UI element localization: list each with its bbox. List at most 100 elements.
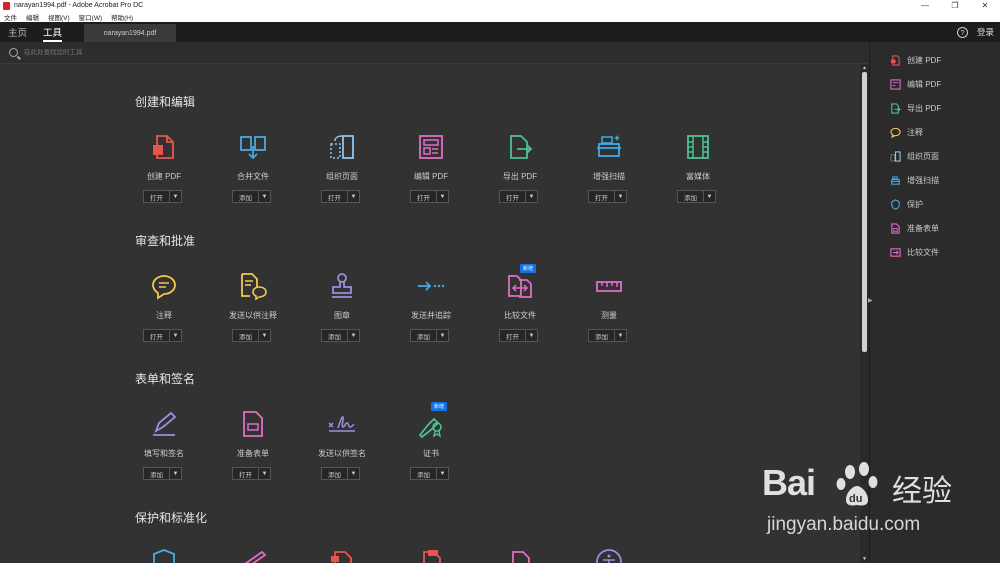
scroll-thumb[interactable] <box>862 72 867 352</box>
watermark-brand: Bai <box>762 462 816 503</box>
tool-name: 创建 PDF <box>146 172 182 181</box>
menu-window[interactable]: 窗口(W) <box>79 12 102 22</box>
edit-pdf-icon <box>890 78 901 90</box>
tool-fill-sign[interactable]: 填写和签名 添加 ▼ <box>135 409 224 480</box>
tool-action-button[interactable]: 添加 ▼ <box>232 190 271 203</box>
pdf-standards-icon[interactable] <box>327 548 357 563</box>
tool-create-pdf[interactable]: 创建 PDF 打开 ▼ <box>135 132 224 203</box>
chevron-down-icon[interactable]: ▼ <box>259 330 270 341</box>
chevron-down-icon[interactable]: ▼ <box>437 191 448 202</box>
organize-pages-icon <box>330 135 354 159</box>
optimize-pdf-icon[interactable] <box>416 548 446 563</box>
chevron-down-icon[interactable]: ▼ <box>615 191 626 202</box>
tool-compare-files[interactable]: 新增 比较文件 打开 ▼ <box>491 264 580 342</box>
chevron-down-icon[interactable]: ▼ <box>526 191 537 202</box>
tab-tools[interactable]: 工具 <box>35 22 70 42</box>
menu-file[interactable]: 文件 <box>4 12 17 22</box>
rp-item-enhance-scan[interactable]: 增强扫描 <box>870 168 1000 192</box>
rp-item-label: 准备表单 <box>907 223 939 233</box>
redact-icon[interactable] <box>238 548 268 563</box>
print-production-icon[interactable] <box>505 548 535 563</box>
menu-edit[interactable]: 编辑 <box>26 12 39 22</box>
tool-action-button[interactable]: 添加 ▼ <box>321 329 360 342</box>
rp-item-create-pdf[interactable]: 创建 PDF <box>870 48 1000 72</box>
chevron-down-icon[interactable]: ▼ <box>437 468 448 479</box>
send-track-icon <box>418 281 445 291</box>
tool-action-button[interactable]: 打开 ▼ <box>410 190 449 203</box>
rp-item-compare-files[interactable]: 比较文件 <box>870 240 1000 264</box>
scroll-down-arrow-icon[interactable]: ▼ <box>862 556 867 562</box>
tool-enhance-scan[interactable]: 增强扫描 打开 ▼ <box>580 132 669 203</box>
tool-comment[interactable]: 注释 打开 ▼ <box>135 271 224 342</box>
tool-action-button[interactable]: 添加 ▼ <box>321 467 360 480</box>
chevron-down-icon[interactable]: ▼ <box>615 330 626 341</box>
chevron-down-icon[interactable]: ▼ <box>170 468 181 479</box>
chevron-down-icon[interactable]: ▼ <box>259 191 270 202</box>
tab-document[interactable]: narayan1994.pdf <box>84 24 177 42</box>
tab-home[interactable]: 主页 <box>0 22 35 42</box>
rp-item-edit-pdf[interactable]: 编辑 PDF <box>870 72 1000 96</box>
protect-icon[interactable] <box>149 548 179 563</box>
export-pdf-icon <box>891 102 901 114</box>
rp-item-export-pdf[interactable]: 导出 PDF <box>870 96 1000 120</box>
tool-rich-media[interactable]: 富媒体 添加 ▼ <box>669 132 758 203</box>
collapse-pane-arrow-icon[interactable]: ▶ <box>868 297 873 304</box>
menu-view[interactable]: 视图(V) <box>48 12 70 22</box>
search-icon <box>9 48 18 57</box>
maximize-button[interactable]: ❐ <box>940 0 970 11</box>
tool-action-button[interactable]: 添加 ▼ <box>588 329 627 342</box>
title-bar: narayan1994.pdf - Adobe Acrobat Pro DC —… <box>0 0 1000 11</box>
compare-files-icon <box>890 247 901 257</box>
chevron-down-icon[interactable]: ▼ <box>704 191 715 202</box>
chevron-down-icon[interactable]: ▼ <box>170 191 181 202</box>
tool-action-button[interactable]: 添加 ▼ <box>410 329 449 342</box>
chevron-down-icon[interactable]: ▼ <box>437 330 448 341</box>
rp-item-comment[interactable]: 注释 <box>870 120 1000 144</box>
tool-export-pdf[interactable]: 导出 PDF 打开 ▼ <box>491 132 580 203</box>
rp-item-label: 增强扫描 <box>907 175 939 185</box>
tool-edit-pdf[interactable]: 编辑 PDF 打开 ▼ <box>402 132 491 203</box>
chevron-down-icon[interactable]: ▼ <box>526 330 537 341</box>
rich-media-icon <box>687 135 709 159</box>
tool-organize-pages[interactable]: 组织页面 打开 ▼ <box>313 132 402 203</box>
tool-action-button[interactable]: 打开 ▼ <box>232 467 271 480</box>
tool-stamp[interactable]: 图章 添加 ▼ <box>313 271 402 342</box>
tool-prepare-form[interactable]: 准备表单 打开 ▼ <box>224 409 313 480</box>
tool-action-button[interactable]: 添加 ▼ <box>410 467 449 480</box>
rp-item-organize-pages[interactable]: 组织页面 <box>870 144 1000 168</box>
chevron-down-icon[interactable]: ▼ <box>348 330 359 341</box>
tool-name: 组织页面 <box>326 172 358 181</box>
rp-item-label: 编辑 PDF <box>907 79 942 89</box>
close-button[interactable]: ✕ <box>970 0 1000 11</box>
rp-item-prepare-form[interactable]: 准备表单 <box>870 216 1000 240</box>
tool-action-button[interactable]: 添加 ▼ <box>232 329 271 342</box>
tool-action-button[interactable]: 打开 ▼ <box>588 190 627 203</box>
tool-search-bar <box>0 42 870 64</box>
rp-item-protect[interactable]: 保护 <box>870 192 1000 216</box>
tool-send-track[interactable]: 发送并追踪 添加 ▼ <box>402 271 491 342</box>
chevron-down-icon[interactable]: ▼ <box>170 330 181 341</box>
tool-send-for-comments[interactable]: 发送以供注释 添加 ▼ <box>224 271 313 342</box>
tool-action-button[interactable]: 打开 ▼ <box>143 329 182 342</box>
minimize-button[interactable]: — <box>910 0 940 11</box>
accessibility-icon[interactable] <box>594 548 624 563</box>
tool-combine-files[interactable]: 合并文件 添加 ▼ <box>224 132 313 203</box>
tool-action-button[interactable]: 添加 ▼ <box>143 467 182 480</box>
menu-help[interactable]: 帮助(H) <box>111 12 133 22</box>
chevron-down-icon[interactable]: ▼ <box>348 191 359 202</box>
tool-action-button[interactable]: 打开 ▼ <box>143 190 182 203</box>
tool-measure[interactable]: 测量 添加 ▼ <box>580 271 669 342</box>
login-button[interactable]: 登录 <box>977 26 994 38</box>
tool-action-button[interactable]: 打开 ▼ <box>321 190 360 203</box>
chevron-down-icon[interactable]: ▼ <box>259 468 270 479</box>
tool-send-for-signature[interactable]: 发送以供签名 添加 ▼ <box>313 409 402 480</box>
tool-certificate[interactable]: 新增 证书 添加 ▼ <box>402 402 491 480</box>
tool-name: 发送以供注释 <box>229 311 277 320</box>
help-icon[interactable]: ? <box>956 26 968 38</box>
chevron-down-icon[interactable]: ▼ <box>348 468 359 479</box>
tool-action-button[interactable]: 添加 ▼ <box>677 190 716 203</box>
search-input[interactable] <box>24 49 324 56</box>
tool-action-button[interactable]: 打开 ▼ <box>499 190 538 203</box>
tool-action-button[interactable]: 打开 ▼ <box>499 329 538 342</box>
scroll-up-arrow-icon[interactable]: ▲ <box>862 65 867 71</box>
